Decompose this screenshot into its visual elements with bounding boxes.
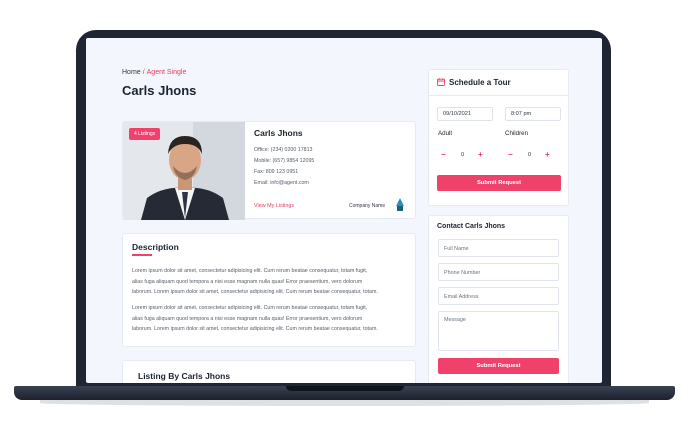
laptop-mockup: Home / Agent Single Carls Jhons 4 Listings — [0, 0, 689, 432]
laptop-shadow — [40, 400, 649, 406]
contact-submit-button[interactable]: Submit Request — [438, 358, 559, 374]
children-label: Children — [505, 130, 529, 137]
adult-stepper: − 0 + — [441, 150, 491, 161]
text-line: Lorem ipsum dolor sit amet, consectetur … — [132, 268, 368, 274]
title-underline — [132, 254, 152, 256]
children-decrement-button[interactable]: − — [508, 150, 513, 159]
agent-footer: View My Listings Company Name — [254, 198, 412, 214]
adult-decrement-button[interactable]: − — [441, 150, 446, 159]
message-textarea[interactable]: Message — [438, 311, 559, 351]
agent-info: Carls Jhons Office: (234) 0200 17813 Mob… — [254, 128, 412, 186]
agent-office: Office: (234) 0200 17813 — [254, 147, 313, 153]
calendar-icon — [437, 78, 445, 86]
children-stepper: − 0 + — [508, 150, 558, 161]
agent-mobile: Mobile: (657) 9854 12095 — [254, 158, 315, 164]
text-line: laborum. Lorem ipsum dolor sit amet, con… — [132, 326, 378, 332]
tour-time-field[interactable]: 8:07 pm — [505, 107, 561, 121]
tour-divider — [429, 95, 568, 96]
adult-value: 0 — [461, 152, 465, 158]
tour-date-field[interactable]: 09/10/2021 — [437, 107, 493, 121]
contact-card: Contact Carls Jhons Full Name Phone Numb… — [428, 215, 569, 383]
page-title: Carls Jhons — [122, 83, 197, 98]
breadcrumb-home[interactable]: Home — [122, 69, 141, 76]
view-listings-link[interactable]: View My Listings — [254, 203, 294, 209]
agent-email: Email: info@agent.com — [254, 180, 309, 186]
breadcrumb: Home / Agent Single — [122, 69, 186, 76]
description-paragraph-2: Lorem ipsum dolor sit amet, consectetur … — [132, 303, 414, 335]
email-input[interactable]: Email Address — [438, 287, 559, 305]
children-increment-button[interactable]: + — [545, 150, 550, 159]
adult-label: Adult — [438, 130, 453, 137]
agent-photo: 4 Listings — [123, 122, 245, 220]
company-name: Company Name — [349, 203, 386, 209]
listing-section-card: Listing By Carls Jhons — [122, 360, 416, 383]
tour-title: Schedule a Tour — [437, 78, 511, 87]
text-line: alias fuga aliquam quod tempora a nisi e… — [132, 278, 363, 285]
agent-fax: Fax: 809 123 0951 — [254, 169, 299, 175]
description-paragraph-1: Lorem ipsum dolor sit amet, consectetur … — [132, 266, 414, 298]
company-logo-icon — [396, 198, 404, 211]
breadcrumb-current: Agent Single — [146, 69, 187, 76]
description-title: Description — [132, 242, 179, 252]
full-name-input[interactable]: Full Name — [438, 239, 559, 257]
tour-title-text: Schedule a Tour — [449, 78, 511, 87]
text-line: laborum. Lorem ipsum dolor sit amet, con… — [132, 289, 378, 295]
agent-name: Carls Jhons — [254, 128, 303, 138]
phone-input[interactable]: Phone Number — [438, 263, 559, 281]
schedule-tour-card: Schedule a Tour 09/10/2021 8:07 pm Adult… — [428, 69, 569, 206]
tour-submit-button[interactable]: Submit Request — [437, 175, 561, 191]
listings-badge: 4 Listings — [129, 128, 161, 140]
laptop-notch — [286, 386, 404, 391]
description-card: Description Lorem ipsum dolor sit amet, … — [122, 233, 416, 347]
breadcrumb-separator: / — [142, 69, 145, 76]
screen: Home / Agent Single Carls Jhons 4 Listings — [86, 38, 602, 383]
text-line: Lorem ipsum dolor sit amet, consectetur … — [132, 305, 368, 311]
contact-title: Contact Carls Jhons — [437, 223, 506, 230]
agent-card: 4 Listings Carls Jhons Office: (234) 020… — [122, 121, 416, 220]
text-line: alias fuga aliquam quod tempora a nisi e… — [132, 315, 363, 322]
adult-increment-button[interactable]: + — [478, 150, 483, 159]
listing-section-title: Listing By Carls Jhons — [138, 371, 231, 381]
children-value: 0 — [528, 152, 532, 158]
